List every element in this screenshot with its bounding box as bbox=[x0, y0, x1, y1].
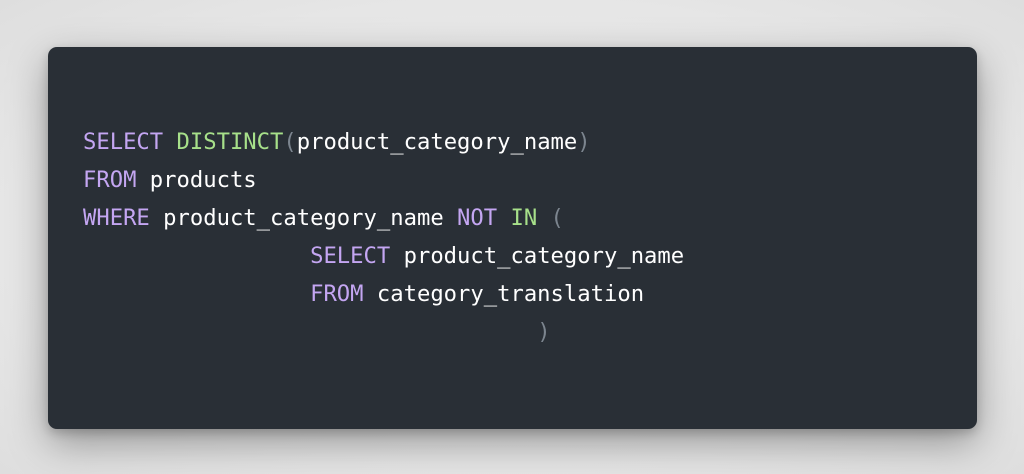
open-paren-token: ( bbox=[283, 129, 297, 155]
code-snippet-card: SELECT DISTINCT(product_category_name) FR… bbox=[48, 47, 977, 429]
keyword-token: FROM bbox=[310, 281, 364, 307]
indent-token bbox=[83, 281, 310, 307]
keyword-token: FROM bbox=[83, 167, 137, 193]
page-background: SELECT DISTINCT(product_category_name) FR… bbox=[0, 0, 1024, 474]
keyword-token: SELECT bbox=[310, 243, 391, 269]
identifier-token: product_category_name bbox=[149, 205, 458, 231]
identifier-token: category_translation bbox=[363, 281, 645, 307]
sql-code-block: SELECT DISTINCT(product_category_name) FR… bbox=[83, 123, 684, 351]
code-line-3: WHERE product_category_name NOT IN ( bbox=[83, 199, 684, 237]
code-line-2: FROM products bbox=[83, 161, 684, 199]
function-token: DISTINCT bbox=[176, 129, 284, 155]
identifier-token: product_category_name bbox=[296, 129, 578, 155]
indent-token bbox=[83, 243, 310, 269]
close-paren-token: ) bbox=[577, 129, 591, 155]
function-token: IN bbox=[510, 205, 538, 231]
open-paren-token: ( bbox=[550, 205, 564, 231]
close-paren-token: ) bbox=[537, 319, 551, 345]
keyword-token: WHERE bbox=[83, 205, 150, 231]
code-line-6: ) bbox=[83, 313, 684, 351]
keyword-token: NOT bbox=[457, 205, 498, 231]
keyword-token: SELECT bbox=[83, 129, 164, 155]
code-line-1: SELECT DISTINCT(product_category_name) bbox=[83, 123, 684, 161]
identifier-token: product_category_name bbox=[390, 243, 685, 269]
code-line-4: SELECT product_category_name bbox=[83, 237, 684, 275]
identifier-token: products bbox=[136, 167, 257, 193]
indent-token bbox=[83, 319, 537, 345]
code-line-5: FROM category_translation bbox=[83, 275, 684, 313]
